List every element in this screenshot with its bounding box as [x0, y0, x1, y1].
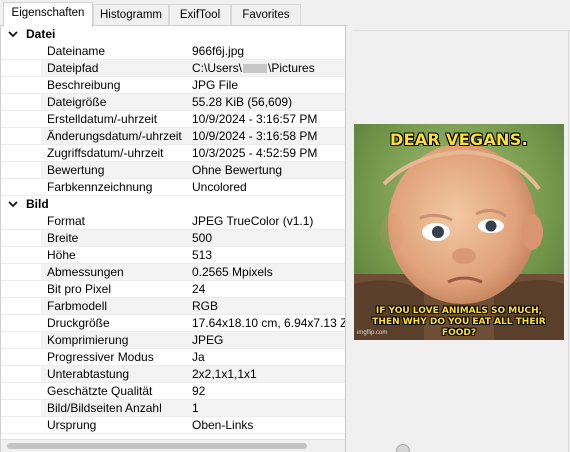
property-value: RGB: [192, 299, 219, 313]
property-value: JPEG TrueColor (v1.1): [192, 214, 314, 228]
tab-histogramm[interactable]: Histogramm: [93, 4, 169, 26]
property-value: 513: [192, 248, 213, 262]
property-name: Erstelldatum/-uhrzeit: [47, 112, 158, 126]
property-value: Oben-Links: [192, 418, 254, 432]
property-name: Beschreibung: [47, 78, 121, 92]
property-row-geschaetzte-qualitaet[interactable]: Geschätzte Qualität 92: [1, 383, 345, 400]
property-row-unterabtastung[interactable]: Unterabtastung 2x2,1x1,1x1: [1, 366, 345, 383]
property-row-druckgroesse[interactable]: Druckgröße 17.64x18.10 cm, 6.94x7.13 Zol…: [1, 315, 346, 332]
group-title-datei: Datei: [26, 27, 56, 41]
property-value: 24: [192, 282, 206, 296]
property-value: 10/9/2024 - 3:16:57 PM: [192, 112, 318, 126]
path-prefix: C:\Users\: [192, 61, 243, 75]
image-credit: imgflip.com: [357, 330, 388, 336]
property-name: Druckgröße: [47, 316, 110, 330]
property-name: Dateigröße: [47, 95, 107, 109]
property-value: JPG File: [192, 78, 239, 92]
meme-bottom-line-1: IF YOU LOVE ANIMALS SO MUCH,: [375, 306, 543, 316]
zoom-slider-knob[interactable]: [396, 444, 410, 452]
property-value: 10/3/2025 - 4:52:59 PM: [192, 146, 318, 160]
property-value: Ohne Bewertung: [192, 163, 283, 177]
info-tabbar: Eigenschaften Histogramm ExifTool Favori…: [0, 0, 348, 27]
image-viewer-window: Eigenschaften Histogramm ExifTool Favori…: [0, 0, 570, 452]
scrollbar-thumb[interactable]: [7, 443, 307, 449]
property-name: Unterabtastung: [47, 367, 130, 381]
meme-top-text: DEAR VEGANS.: [390, 130, 528, 149]
property-name: Bit pro Pixel: [47, 282, 112, 296]
property-value: 17.64x18.10 cm, 6.94x7.13 Zoll: [192, 316, 346, 330]
property-name: Höhe: [47, 248, 76, 262]
tab-eigenschaften[interactable]: Eigenschaften: [3, 2, 93, 27]
property-row-abmessungen[interactable]: Abmessungen 0.2565 Mpixels: [1, 264, 345, 281]
property-value: 966f6j.jpg: [192, 44, 245, 58]
path-suffix: \Pictures: [268, 61, 315, 75]
property-value: C:\Users\ \Pictures: [192, 60, 345, 76]
property-name: Geschätzte Qualität: [47, 384, 153, 398]
property-name: Zugriffsdatum/-uhrzeit: [47, 146, 164, 160]
property-name: Änderungsdatum/-uhrzeit: [47, 129, 182, 143]
property-value: 0.2565 Mpixels: [192, 265, 273, 279]
property-row-dateipfad[interactable]: Dateipfad C:\Users\ \Pictures: [1, 60, 345, 77]
properties-panel[interactable]: Datei Dateiname 966f6j.jpg Dateipfad C:\…: [0, 26, 346, 452]
property-row-ursprung[interactable]: Ursprung Oben-Links: [1, 417, 345, 434]
property-name: Breite: [47, 231, 79, 245]
property-row-dateiname[interactable]: Dateiname 966f6j.jpg: [1, 43, 345, 60]
group-header-bild[interactable]: Bild: [1, 196, 345, 213]
property-row-farbkennzeichnung[interactable]: Farbkennzeichnung Uncolored: [1, 179, 345, 196]
property-row-zugriffsdatum[interactable]: Zugriffsdatum/-uhrzeit 10/3/2025 - 4:52:…: [1, 145, 345, 162]
property-row-bildseiten-anzahl[interactable]: Bild/Bildseiten Anzahl 1: [1, 400, 345, 417]
viewer-toolbar-area: [353, 0, 570, 30]
chevron-down-icon[interactable]: [8, 26, 18, 43]
viewer-divider: [568, 30, 569, 452]
property-row-progressiver-modus[interactable]: Progressiver Modus Ja: [1, 349, 345, 366]
property-value: 500: [192, 231, 213, 245]
property-name: Progressiver Modus: [47, 350, 154, 364]
property-row-breite[interactable]: Breite 500: [1, 230, 345, 247]
group-header-datei[interactable]: Datei: [1, 26, 345, 43]
property-row-format[interactable]: Format JPEG TrueColor (v1.1): [1, 213, 345, 230]
property-row-dateigroesse[interactable]: Dateigröße 55.28 KiB (56,609): [1, 94, 345, 111]
property-name: Abmessungen: [47, 265, 124, 279]
property-name: Format: [47, 214, 86, 228]
redacted-username: [243, 64, 268, 74]
preview-image[interactable]: DEAR VEGANS. IF YOU LOVE ANIMALS SO MUCH…: [354, 124, 564, 340]
property-value: 92: [192, 384, 206, 398]
property-value: 1: [192, 401, 199, 415]
property-row-bit-pro-pixel[interactable]: Bit pro Pixel 24: [1, 281, 345, 298]
property-name: Bild/Bildseiten Anzahl: [47, 401, 162, 415]
property-name: Dateipfad: [47, 61, 99, 75]
property-value: 10/9/2024 - 3:16:58 PM: [192, 129, 318, 143]
group-title-bild: Bild: [26, 197, 49, 211]
property-name: Dateiname: [47, 44, 106, 58]
property-value: 2x2,1x1,1x1: [192, 367, 257, 381]
property-row-aenderungsdatum[interactable]: Änderungsdatum/-uhrzeit 10/9/2024 - 3:16…: [1, 128, 345, 145]
property-name: Farbmodell: [47, 299, 108, 313]
property-row-beschreibung[interactable]: Beschreibung JPG File: [1, 77, 345, 94]
property-value: JPEG: [192, 333, 224, 347]
horizontal-scrollbar[interactable]: [1, 439, 345, 452]
property-row-bewertung[interactable]: Bewertung Ohne Bewertung: [1, 162, 345, 179]
property-row-hoehe[interactable]: Höhe 513: [1, 247, 345, 264]
property-value: Ja: [192, 350, 205, 364]
tab-exiftool[interactable]: ExifTool: [169, 4, 231, 26]
property-value: Uncolored: [192, 180, 247, 194]
property-name: Bewertung: [47, 163, 105, 177]
property-value: 55.28 KiB (56,609): [192, 95, 293, 109]
property-name: Farbkennzeichnung: [47, 180, 153, 194]
property-row-erstelldatum[interactable]: Erstelldatum/-uhrzeit 10/9/2024 - 3:16:5…: [1, 111, 345, 128]
property-name: Komprimierung: [47, 333, 129, 347]
property-row-farbmodell[interactable]: Farbmodell RGB: [1, 298, 345, 315]
tab-favorites[interactable]: Favorites: [231, 4, 301, 26]
chevron-down-icon[interactable]: [8, 196, 18, 213]
property-row-komprimierung[interactable]: Komprimierung JPEG: [1, 332, 345, 349]
property-name: Ursprung: [47, 418, 97, 432]
